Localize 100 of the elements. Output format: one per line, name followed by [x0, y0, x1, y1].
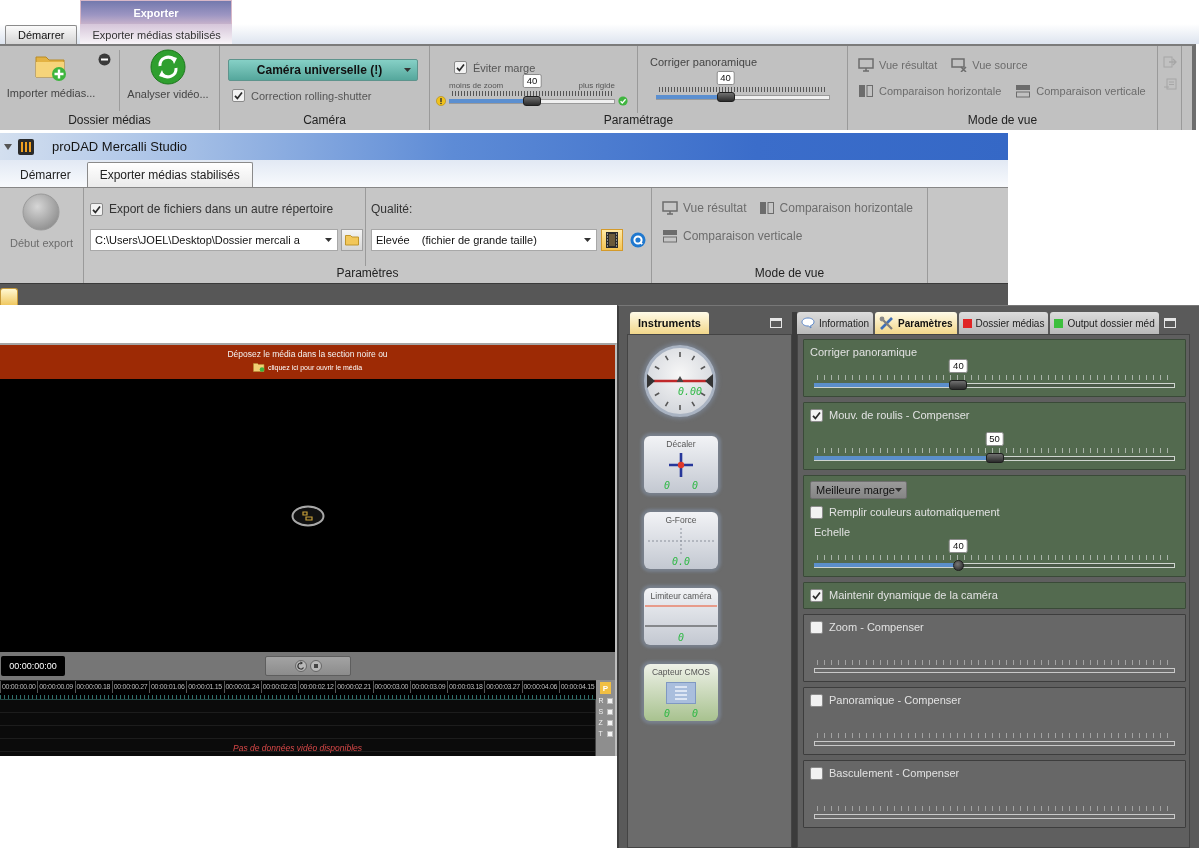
slider-label: Echelle	[814, 525, 852, 539]
checkbox-label[interactable]: Maintenir dynamique de la caméra	[829, 588, 998, 602]
slider-thumb[interactable]	[523, 96, 541, 106]
format-button[interactable]	[601, 229, 623, 251]
slider-thumb[interactable]	[952, 559, 964, 571]
checkbox[interactable]	[810, 505, 823, 519]
slider-thumb[interactable]	[716, 92, 735, 102]
stop-icon[interactable]	[309, 660, 322, 672]
panel-tab[interactable]	[0, 288, 18, 305]
slider-thumb[interactable]	[985, 453, 1004, 463]
film-strip-icon	[606, 232, 618, 248]
caret-icon	[584, 238, 591, 242]
analyze-video-button[interactable]: Analyser vidéo...	[122, 46, 214, 100]
group-label: Mode de vue	[753, 266, 826, 282]
slider-value: 40	[949, 359, 968, 373]
instrument-title: Capteur CMOS	[651, 667, 711, 677]
menu-caret-icon[interactable]	[4, 143, 12, 150]
checkbox-label[interactable]: Export de fichiers dans un autre répertoire	[109, 202, 334, 216]
lcd-reading: 0	[663, 480, 670, 491]
margin-dropdown[interactable]: Meilleure marge	[810, 481, 907, 499]
group-label: Paramètres	[335, 266, 400, 282]
checkbox-label[interactable]: Correction rolling-shutter	[251, 89, 372, 102]
checkbox[interactable]	[90, 202, 103, 216]
folder-path-dropdown[interactable]: C:\Users\JOEL\Desktop\Dossier mercali a	[90, 229, 338, 251]
panel-tab[interactable]: Paramètres	[875, 312, 957, 334]
checkbox-label[interactable]: Zoom - Compenser	[829, 620, 924, 634]
caret-icon	[404, 68, 411, 72]
panel-tab[interactable]: Output dossier méd	[1050, 312, 1159, 334]
ribbon-tab[interactable]: Exporter médias stabilisés	[80, 25, 233, 44]
maximize-icon[interactable]	[1163, 318, 1176, 328]
check-circle-icon	[618, 96, 628, 106]
minus-circle-icon[interactable]	[98, 53, 111, 66]
checkbox[interactable]	[810, 588, 823, 602]
slider-track[interactable]	[814, 560, 1175, 570]
monitor-icon	[858, 58, 874, 72]
drop-hint: Déposez le média dans la section noire ou	[227, 349, 388, 359]
logo-icon	[290, 504, 325, 527]
instrument-title: Limiteur caméra	[650, 591, 712, 601]
import-media-button[interactable]: Importer médias...	[0, 46, 102, 99]
empty-message: Pas de données vidéo disponibles	[233, 743, 362, 753]
side-by-side-icon	[758, 201, 775, 215]
lcd-reading: 0	[692, 708, 699, 719]
slider-label: Corriger panoramique	[650, 56, 758, 68]
folder-add-icon	[252, 362, 265, 372]
striped-block-icon	[666, 681, 696, 704]
ribbon-tab[interactable]: Démarrer	[8, 162, 83, 187]
speech-bubble-icon	[801, 317, 815, 329]
checkbox-label[interactable]: Remplir couleurs automatiquement	[829, 505, 1000, 519]
lcd-reading: 0	[663, 708, 670, 719]
limit-lines-drawing	[645, 603, 717, 630]
checkbox[interactable]	[810, 408, 823, 422]
field-label: Qualité:	[371, 202, 414, 216]
maximize-icon[interactable]	[770, 318, 782, 328]
checkbox[interactable]	[810, 766, 823, 780]
slider-track[interactable]	[814, 380, 1175, 390]
checkbox[interactable]	[454, 61, 467, 74]
quality-dropdown[interactable]: Elevée (fichier de grande taille)	[371, 229, 597, 251]
panel-tab[interactable]: Instruments	[630, 312, 709, 334]
curved-arrow-icon[interactable]	[294, 660, 307, 672]
monitor-cross-icon	[951, 58, 968, 72]
instrument-title: G-Force	[665, 515, 697, 525]
group-label: Caméra	[302, 113, 347, 129]
camera-dropdown[interactable]: Caméra universelle (!)	[228, 59, 418, 81]
folder-icon	[345, 234, 359, 246]
group-label: Dossier médias	[67, 113, 152, 129]
slider-value: 50	[985, 432, 1004, 446]
slider-value: 40	[949, 539, 968, 553]
lcd-reading: 0	[678, 632, 684, 643]
checkbox-label[interactable]: Basculement - Compenser	[829, 766, 960, 780]
refresh-icon	[150, 49, 186, 85]
context-tab-header: Exporter	[80, 0, 232, 24]
stacked-halves-icon	[662, 229, 678, 243]
slider-track[interactable]	[814, 453, 1175, 463]
caret-icon	[895, 488, 902, 492]
disc-icon	[22, 193, 61, 231]
caret-icon	[325, 238, 332, 242]
panel-tab[interactable]: Dossier médias	[958, 312, 1049, 334]
checkbox-label[interactable]: Mouv. de roulis - Compenser	[829, 408, 970, 422]
side-by-side-icon	[858, 84, 874, 98]
crosshair-icon	[669, 452, 693, 477]
checkbox[interactable]	[232, 89, 245, 102]
panel-tab[interactable]: Information	[797, 312, 874, 334]
lcd-reading: 0.0	[671, 556, 691, 567]
round-logo-icon	[630, 232, 646, 248]
ribbon-tab[interactable]: Démarrer	[5, 25, 78, 44]
lcd-reading: 0	[692, 480, 699, 491]
timecode-display: 00:00:00:00	[1, 656, 65, 676]
slider-min-label: moins de zoom	[449, 81, 504, 90]
window-title: proDAD Mercalli Studio	[52, 139, 188, 154]
slider-thumb[interactable]	[949, 380, 968, 390]
slider-value: 40	[716, 71, 735, 85]
warning-icon	[436, 96, 446, 106]
slider-track[interactable]	[449, 96, 615, 106]
slider-track[interactable]	[656, 92, 830, 102]
checkbox[interactable]	[810, 693, 823, 707]
checkbox-label[interactable]: Éviter marge	[473, 61, 536, 74]
lcd-reading: 0.00	[677, 386, 702, 397]
ribbon-tab[interactable]: Exporter médias stabilisés	[86, 162, 253, 187]
checkbox-label[interactable]: Panoramique - Compenser	[829, 693, 962, 707]
checkbox[interactable]	[810, 620, 823, 634]
